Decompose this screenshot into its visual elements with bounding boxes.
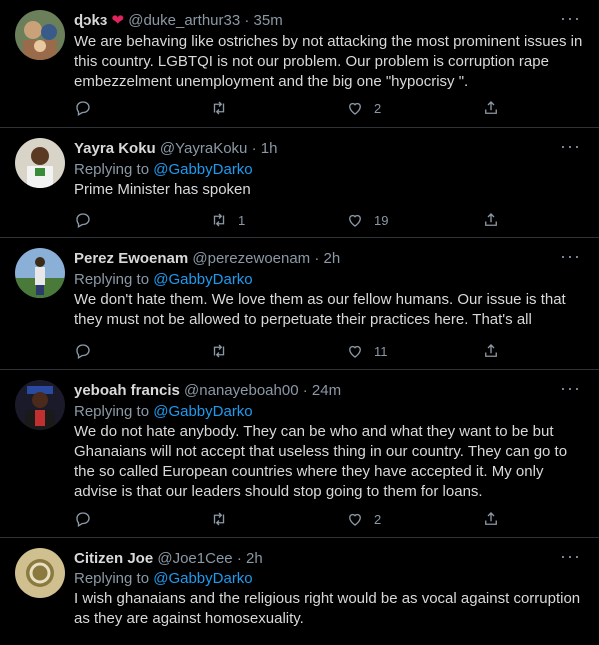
- retweet-count: 1: [238, 212, 246, 228]
- replying-to: Replying to @GabbyDarko: [74, 570, 253, 587]
- like-button[interactable]: 2: [346, 98, 381, 118]
- separator: ·: [236, 550, 242, 567]
- like-count: 2: [374, 100, 382, 116]
- reply-button[interactable]: [74, 341, 102, 361]
- timestamp[interactable]: 35m: [254, 12, 283, 29]
- more-icon[interactable]: ···: [560, 136, 581, 156]
- like-count: 2: [374, 511, 382, 527]
- display-name[interactable]: Yayra Koku: [74, 140, 156, 157]
- more-icon[interactable]: ···: [560, 546, 581, 566]
- tweet[interactable]: Citizen Joe @Joe1Cee · 2h ··· Replying t…: [0, 538, 599, 645]
- retweet-button[interactable]: [210, 341, 238, 361]
- tweet-header: yeboah francis @nanayeboah00 · 24m: [74, 381, 341, 401]
- avatar[interactable]: [15, 138, 65, 188]
- like-count: 19: [374, 212, 389, 228]
- retweet-icon: [213, 512, 225, 526]
- share-icon: [485, 101, 497, 114]
- action-bar: 2: [74, 509, 514, 529]
- timestamp[interactable]: 2h: [246, 550, 263, 567]
- handle[interactable]: @Joe1Cee: [157, 550, 232, 567]
- more-icon[interactable]: ···: [560, 8, 581, 28]
- like-count: 11: [374, 343, 388, 359]
- like-icon: [349, 513, 361, 526]
- display-name[interactable]: ɖɔkɜ: [74, 12, 107, 29]
- display-name[interactable]: Citizen Joe: [74, 550, 153, 567]
- separator: ·: [302, 382, 308, 399]
- separator: ·: [314, 250, 320, 267]
- reply-button[interactable]: [74, 98, 102, 118]
- tweet-text: We are behaving like ostriches by not at…: [74, 33, 583, 90]
- tweet-text: We do not hate anybody. They can be who …: [74, 423, 568, 500]
- share-icon: [485, 213, 497, 226]
- avatar[interactable]: [15, 380, 65, 430]
- action-bar: 1 19: [74, 210, 514, 230]
- like-button[interactable]: 2: [346, 509, 381, 529]
- timestamp[interactable]: 2h: [324, 250, 341, 267]
- retweet-icon: [213, 344, 225, 358]
- retweet-icon: [213, 213, 225, 227]
- retweet-button[interactable]: [210, 98, 238, 118]
- tweet-text: Prime Minister has spoken: [74, 181, 251, 198]
- share-icon: [485, 344, 497, 357]
- mention-link[interactable]: @GabbyDarko: [153, 403, 252, 420]
- mention-link[interactable]: @GabbyDarko: [153, 161, 252, 178]
- display-name[interactable]: yeboah francis: [74, 382, 180, 399]
- more-icon[interactable]: ···: [560, 378, 581, 398]
- share-button[interactable]: [482, 98, 500, 118]
- tweet[interactable]: Yayra Koku @YayraKoku · 1h ··· Replying …: [0, 128, 599, 238]
- separator: ·: [251, 140, 257, 157]
- like-button[interactable]: 19: [346, 210, 388, 230]
- mention-link[interactable]: @GabbyDarko: [153, 570, 252, 587]
- handle[interactable]: @duke_arthur33: [128, 12, 240, 29]
- handle[interactable]: @perezewoenam: [192, 250, 310, 267]
- tweet-text: I wish ghanaians and the religious right…: [74, 590, 581, 627]
- tweet-header: Perez Ewoenam @perezewoenam · 2h: [74, 249, 340, 269]
- action-bar: 11: [74, 341, 514, 361]
- share-button[interactable]: [482, 341, 500, 361]
- retweet-button[interactable]: 1: [210, 210, 245, 230]
- tweet-text: We don't hate them. We love them as our …: [74, 291, 566, 328]
- tweet[interactable]: yeboah francis @nanayeboah00 · 24m ··· R…: [0, 370, 599, 538]
- more-icon[interactable]: ···: [560, 246, 581, 266]
- heart-emoji: ❤: [111, 12, 125, 29]
- mention-link[interactable]: @GabbyDarko: [153, 271, 252, 288]
- reply-icon: [76, 344, 90, 359]
- like-icon: [349, 102, 361, 115]
- separator: ·: [244, 12, 250, 29]
- tweet-header: Yayra Koku @YayraKoku · 1h: [74, 139, 277, 159]
- timestamp[interactable]: 24m: [312, 382, 341, 399]
- replying-to: Replying to @GabbyDarko: [74, 403, 253, 420]
- reply-icon: [76, 101, 90, 116]
- tweet[interactable]: Perez Ewoenam @perezewoenam · 2h ··· Rep…: [0, 238, 599, 370]
- tweet-header: ɖɔkɜ ❤ @duke_arthur33 · 35m: [74, 11, 283, 31]
- tweet-header: Citizen Joe @Joe1Cee · 2h: [74, 549, 263, 569]
- handle[interactable]: @nanayeboah00: [184, 382, 299, 399]
- tweet[interactable]: ɖɔkɜ ❤ @duke_arthur33 · 35m ··· We are b…: [0, 0, 599, 128]
- avatar[interactable]: [15, 10, 65, 60]
- action-bar: 2: [74, 98, 514, 118]
- timestamp[interactable]: 1h: [261, 140, 278, 157]
- reply-icon: [76, 512, 90, 527]
- reply-icon: [76, 213, 90, 228]
- replying-to: Replying to @GabbyDarko: [74, 161, 253, 178]
- share-button[interactable]: [482, 509, 500, 529]
- like-button[interactable]: 11: [346, 341, 388, 361]
- replying-to: Replying to @GabbyDarko: [74, 271, 253, 288]
- handle[interactable]: @YayraKoku: [160, 140, 248, 157]
- reply-button[interactable]: [74, 509, 102, 529]
- avatar[interactable]: [15, 548, 65, 598]
- retweet-button[interactable]: [210, 509, 238, 529]
- like-icon: [349, 345, 361, 358]
- retweet-icon: [213, 101, 225, 115]
- avatar[interactable]: [15, 248, 65, 298]
- reply-button[interactable]: [74, 210, 102, 230]
- share-button[interactable]: [482, 210, 500, 230]
- share-icon: [485, 512, 497, 525]
- like-icon: [349, 214, 361, 227]
- display-name[interactable]: Perez Ewoenam: [74, 250, 188, 267]
